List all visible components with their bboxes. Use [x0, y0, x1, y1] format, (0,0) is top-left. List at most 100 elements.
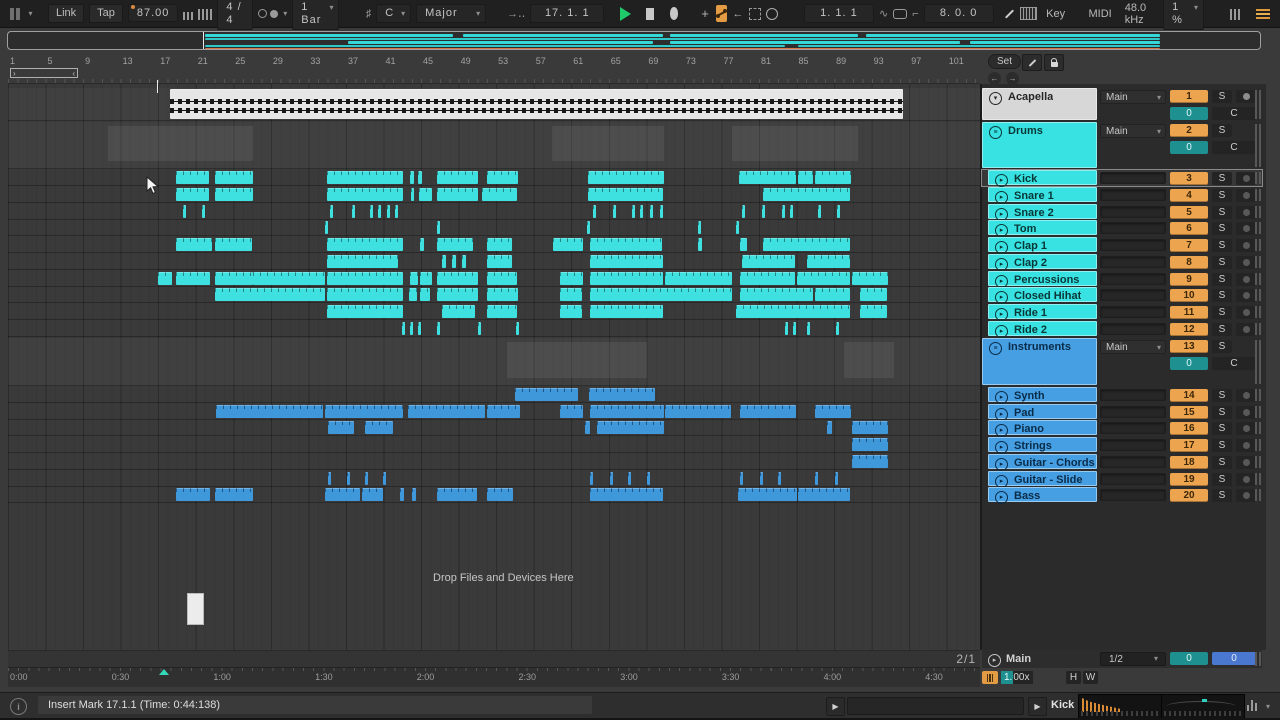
main-play-icon[interactable]: ▸ — [988, 654, 1001, 667]
clip-percussions[interactable] — [176, 272, 210, 285]
clip-tom[interactable] — [587, 221, 590, 234]
clip-clap-1[interactable] — [176, 238, 212, 251]
clip-percussions[interactable] — [158, 272, 172, 285]
clip-bass[interactable] — [400, 488, 404, 501]
arrangement-row-tom[interactable] — [8, 220, 980, 236]
quantize-menu[interactable]: 1 Bar — [292, 0, 339, 30]
arm-button[interactable] — [1236, 239, 1256, 252]
clip-clap-1[interactable] — [327, 238, 403, 251]
arm-button[interactable] — [1236, 306, 1256, 319]
track-header-clap-1[interactable]: ▸Clap 17S — [982, 237, 1262, 253]
solo-button[interactable]: S — [1212, 323, 1232, 336]
arm-button[interactable] — [1236, 289, 1256, 302]
track-activator[interactable]: 16 — [1170, 422, 1208, 435]
device-chain-collapse-button[interactable]: ▶ — [826, 697, 845, 716]
track-activator[interactable]: 9 — [1170, 273, 1208, 286]
clip-snare-1[interactable] — [763, 188, 850, 201]
clip-ride-1[interactable] — [860, 305, 887, 318]
device-chain-empty-field[interactable] — [847, 697, 1024, 715]
arrangement-row-guitar-chords[interactable] — [8, 454, 980, 470]
clip-snare-1[interactable] — [411, 188, 414, 201]
track-activator[interactable]: 18 — [1170, 456, 1208, 469]
track-input-box[interactable] — [1100, 439, 1166, 451]
clip-clap-1[interactable] — [590, 238, 662, 251]
clip-clap-2[interactable] — [487, 255, 512, 268]
clip-guitar-slide[interactable] — [740, 472, 743, 485]
track-name-box[interactable]: ▸Ride 2 — [988, 321, 1097, 336]
track-activator[interactable]: 2 — [1170, 124, 1208, 137]
clip-snare-1[interactable] — [437, 188, 478, 201]
automation-arm-button[interactable] — [716, 5, 728, 22]
track-name-box[interactable]: ▸Clap 2 — [988, 254, 1097, 269]
track-play-icon[interactable]: ▸ — [995, 325, 1008, 338]
device-expand-button[interactable]: ▶ — [1028, 697, 1047, 716]
selected-device-name[interactable]: Kick — [1051, 699, 1074, 711]
clip-snare-2[interactable] — [742, 205, 745, 218]
scale-root-menu[interactable]: C — [376, 4, 411, 23]
volume-field[interactable]: 0 — [1170, 357, 1208, 370]
clip-tom[interactable] — [698, 221, 701, 234]
solo-button[interactable]: S — [1212, 239, 1232, 252]
key-map-button[interactable]: Key — [1042, 6, 1069, 22]
arrangement-overview[interactable] — [7, 31, 1261, 50]
arm-button[interactable] — [1236, 473, 1256, 486]
track-play-icon[interactable]: ▸ — [995, 458, 1008, 471]
solo-button[interactable]: S — [1212, 206, 1232, 219]
clip-ride-2[interactable] — [402, 322, 405, 335]
arm-button[interactable] — [1236, 439, 1256, 452]
clip-closed-hihat[interactable] — [437, 288, 478, 301]
clip-guitar-slide[interactable] — [590, 472, 593, 485]
clip-snare-2[interactable] — [593, 205, 596, 218]
track-header-acapella[interactable]: ▾AcapellaMain▾1S0C — [982, 88, 1262, 121]
punch-out-icon[interactable]: ⌐ — [912, 8, 918, 20]
clip-guitar-slide[interactable] — [610, 472, 613, 485]
clip-bass[interactable] — [798, 488, 850, 501]
clip-pad[interactable] — [665, 405, 731, 418]
info-icon[interactable]: i — [10, 698, 27, 715]
clip-percussions[interactable] — [852, 272, 888, 285]
clip-percussions[interactable] — [327, 272, 403, 285]
clip-ride-2[interactable] — [478, 322, 481, 335]
clip-ride-2[interactable] — [418, 322, 421, 335]
main-pan-field[interactable]: 0 — [1212, 652, 1256, 665]
main-volume-field[interactable]: 0 — [1170, 652, 1208, 665]
scale-mode-menu[interactable]: Major — [416, 4, 486, 23]
clip-percussions[interactable] — [253, 272, 325, 285]
track-input-box[interactable] — [1100, 323, 1166, 335]
follow-button[interactable]: →‥ — [507, 7, 525, 20]
set-locator-button[interactable]: Set — [988, 54, 1021, 69]
track-name-box[interactable]: ▸Tom — [988, 220, 1097, 235]
clip-ride-2[interactable] — [785, 322, 788, 335]
arm-button[interactable] — [1236, 406, 1256, 419]
solo-button[interactable]: S — [1212, 422, 1232, 435]
track-activator[interactable]: 7 — [1170, 239, 1208, 252]
track-activator[interactable]: 3 — [1170, 172, 1208, 185]
arm-button[interactable] — [1236, 206, 1256, 219]
track-name-box[interactable]: ▸Ride 1 — [988, 304, 1097, 319]
clip-ride-1[interactable] — [590, 305, 663, 318]
track-play-icon[interactable]: ▸ — [995, 174, 1008, 187]
track-header-tom[interactable]: ▸Tom6S — [982, 220, 1262, 236]
zoom-height-button[interactable]: H — [1066, 671, 1081, 684]
volume-field[interactable]: 0 — [1170, 107, 1208, 120]
clip-closed-hihat[interactable] — [409, 288, 417, 301]
count-in-metronome-icon[interactable] — [982, 671, 998, 684]
main-track-header[interactable]: ▸ Main 1/2 ▾ 0 0 — [982, 650, 1262, 668]
solo-button[interactable]: S — [1212, 222, 1232, 235]
clip-pad[interactable] — [740, 405, 796, 418]
clip-bass[interactable] — [362, 488, 383, 501]
clip-pad[interactable] — [560, 405, 583, 418]
clip-snare-2[interactable] — [378, 205, 381, 218]
clip-percussions[interactable] — [665, 272, 732, 285]
draw-selection-button[interactable] — [749, 5, 761, 22]
track-input-box[interactable] — [1100, 389, 1166, 401]
arm-button[interactable] — [1236, 222, 1256, 235]
clip-snare-2[interactable] — [632, 205, 635, 218]
arm-button[interactable] — [1236, 172, 1256, 185]
group-fold-icon[interactable]: ≡ — [989, 342, 1002, 355]
track-input-box[interactable] — [1100, 222, 1166, 234]
track-input-box[interactable] — [1100, 256, 1166, 268]
clip-snare-1[interactable] — [176, 188, 209, 201]
clip-snare-2[interactable] — [640, 205, 643, 218]
track-activator[interactable]: 13 — [1170, 340, 1208, 353]
